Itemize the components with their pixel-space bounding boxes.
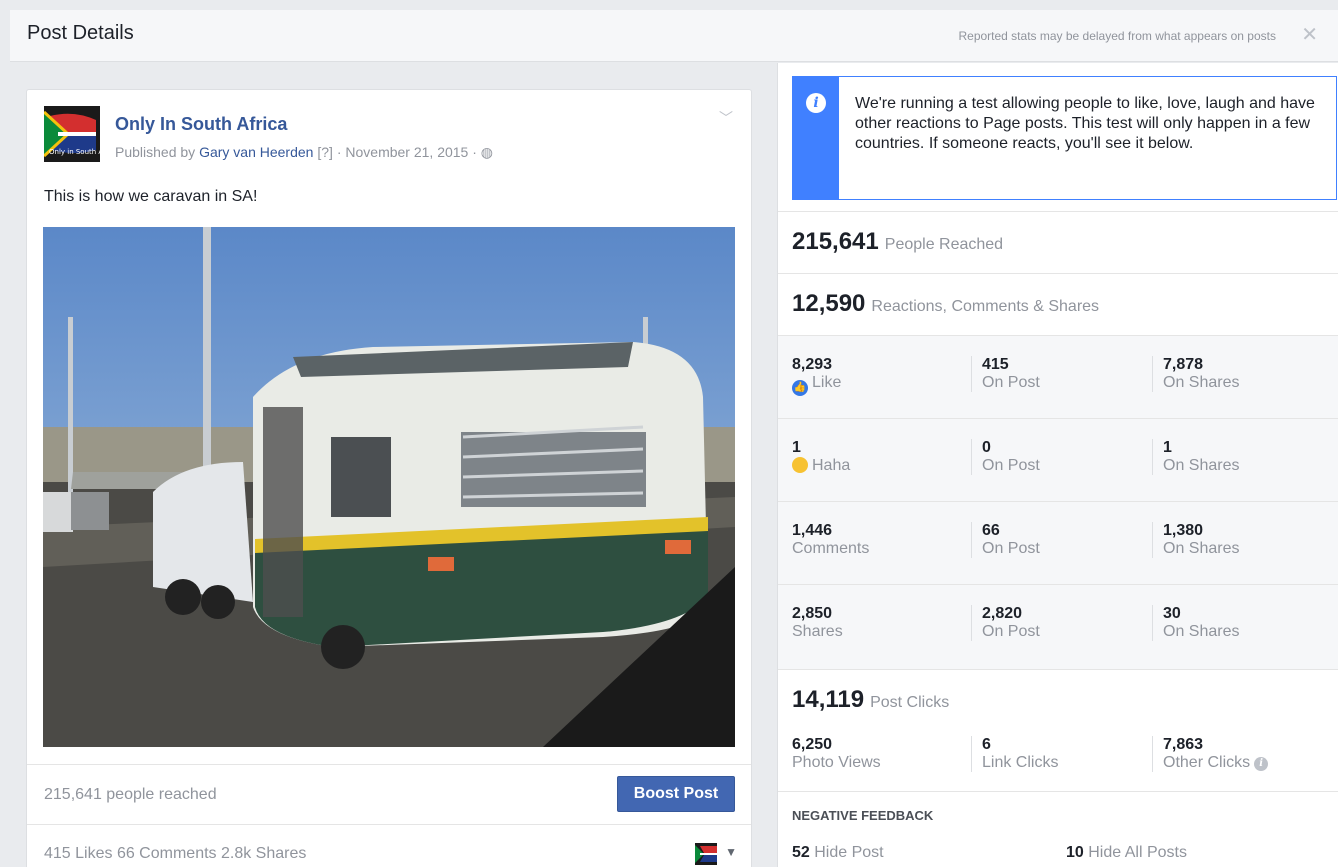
like-on-post: 415 <box>982 356 1009 373</box>
comments-on-shares: 1,380 <box>1163 522 1204 539</box>
post-preview-pane: Only in South Africa Only In South Afric… <box>10 63 776 867</box>
hide-all-value: 10 <box>1066 844 1084 861</box>
negative-feedback-section: NEGATIVE FEEDBACK 52 Hide Post 10 Hide A… <box>778 791 1338 867</box>
clicks-breakdown: 6,250 Photo Views 6 Link Clicks 7,863 Other… <box>778 736 1338 776</box>
post-stats-pane: i We're running a test allowing people t… <box>777 63 1338 867</box>
page-name-link[interactable]: Only In South Africa <box>115 114 287 135</box>
like-reaction-icon: 👍 <box>792 380 808 396</box>
like-total: 8,293 <box>792 356 833 373</box>
post-date[interactable]: · November 21, 2015 · <box>337 144 477 160</box>
post-message: This is how we caravan in SA! <box>44 188 258 205</box>
stats-delay-note: Reported stats may be delayed from what … <box>958 29 1276 43</box>
help-link[interactable]: [?] <box>317 144 333 160</box>
caret-down-icon[interactable]: ▼ <box>725 845 737 859</box>
comments-total: 1,446 <box>792 522 833 539</box>
reactions-label: Reactions, Comments & Shares <box>871 298 1100 315</box>
breakdown-row-shares: 2,850 Shares 2,820 On Post 30 On Shares <box>778 585 1338 668</box>
reactions-breakdown: 8,293 👍 Like 415 On Post 7,878 On Shares 1 Ha… <box>778 335 1338 669</box>
haha-reaction-icon <box>792 457 808 473</box>
on-post-label: On Post <box>982 457 1040 474</box>
breakdown-row-like: 8,293 👍 Like 415 On Post 7,878 On Shares <box>778 336 1338 419</box>
hide-post-value: 52 <box>792 844 810 861</box>
post-clicks-label: Post Clicks <box>870 694 950 711</box>
haha-on-post: 0 <box>982 439 991 456</box>
haha-total: 1 <box>792 439 801 456</box>
shares-total: 2,850 <box>792 605 833 622</box>
info-strip: i <box>793 77 839 199</box>
post-clicks-value: 14,119 <box>792 686 865 713</box>
south-africa-flag-icon: Only in South Africa <box>44 106 100 162</box>
reactions-value: 12,590 <box>792 290 866 317</box>
chevron-down-icon[interactable]: ﹀ <box>719 108 733 128</box>
author-link[interactable]: Gary van Heerden <box>199 144 313 160</box>
photo-views-value: 6,250 <box>792 736 833 753</box>
hide-all-label: Hide All Posts <box>1088 844 1187 861</box>
on-post-label: On Post <box>982 374 1040 391</box>
shares-on-shares: 30 <box>1163 605 1181 622</box>
boost-post-button[interactable]: Boost Post <box>617 776 735 812</box>
link-clicks-value: 6 <box>982 736 991 753</box>
breakdown-row-haha: 1 Haha 0 On Post 1 On Shares <box>778 419 1338 502</box>
on-shares-label: On Shares <box>1163 374 1240 391</box>
page-avatar[interactable]: Only in South Africa <box>44 106 100 162</box>
shares-label: Shares <box>792 623 843 640</box>
on-shares-label: On Shares <box>1163 457 1240 474</box>
post-meta: Published by Gary van Heerden [?] · Nove… <box>115 144 493 161</box>
reactions-test-notice: i We're running a test allowing people t… <box>792 76 1337 200</box>
hide-post-stat: 52 Hide Post <box>792 844 884 862</box>
haha-label: Haha <box>812 457 851 474</box>
like-on-shares: 7,878 <box>1163 356 1204 373</box>
svg-text:Only in South Africa: Only in South Africa <box>49 148 100 156</box>
info-icon: i <box>806 93 826 113</box>
reach-row: 215,641 people reached Boost Post <box>27 764 751 824</box>
comments-label: Comments <box>792 540 870 557</box>
page-title: Post Details <box>27 22 134 44</box>
photo-views-label: Photo Views <box>792 754 881 771</box>
close-icon[interactable]: ✕ <box>1301 22 1318 47</box>
shares-on-post: 2,820 <box>982 605 1023 622</box>
on-shares-label: On Shares <box>1163 540 1240 557</box>
negative-feedback-title: NEGATIVE FEEDBACK <box>792 808 934 823</box>
like-label: Like <box>812 374 842 391</box>
other-clicks-label: Other Clicks <box>1163 754 1251 771</box>
haha-on-shares: 1 <box>1163 439 1172 456</box>
people-reached-value: 215,641 <box>792 228 879 255</box>
on-post-label: On Post <box>982 623 1040 640</box>
breakdown-row-comments: 1,446 Comments 66 On Post 1,380 On Shares <box>778 502 1338 585</box>
people-reached-label: People Reached <box>884 236 1004 253</box>
hide-post-label: Hide Post <box>814 844 884 861</box>
published-by-label: Published by <box>115 144 196 160</box>
reactions-stat: 12,590 Reactions, Comments & Shares <box>778 273 1338 335</box>
south-africa-flag-icon <box>695 843 717 865</box>
people-reached-stat: 215,641 People Reached <box>778 211 1338 273</box>
comments-on-post: 66 <box>982 522 1000 539</box>
post-photo[interactable] <box>43 227 735 747</box>
other-clicks-value: 7,863 <box>1163 736 1204 753</box>
notice-text: We're running a test allowing people to … <box>855 95 1315 152</box>
on-shares-label: On Shares <box>1163 623 1240 640</box>
globe-icon: ◍ <box>480 144 494 160</box>
page-selector-avatar[interactable] <box>695 843 717 865</box>
engagement-summary[interactable]: 415 Likes 66 Comments 2.8k Shares <box>44 845 306 863</box>
post-card: Only in South Africa Only In South Afric… <box>26 89 752 867</box>
post-details-header: Post Details Reported stats may be delay… <box>10 10 1338 62</box>
link-clicks-label: Link Clicks <box>982 754 1059 771</box>
people-reached-text: 215,641 people reached <box>44 786 217 803</box>
post-clicks-stat: 14,119 Post Clicks 6,250 Photo Views 6 Link… <box>778 669 1338 791</box>
engagement-row: 415 Likes 66 Comments 2.8k Shares ▼ <box>27 824 751 867</box>
hide-all-posts-stat: 10 Hide All Posts <box>1066 844 1187 862</box>
on-post-label: On Post <box>982 540 1040 557</box>
info-icon[interactable]: i <box>1254 757 1269 771</box>
